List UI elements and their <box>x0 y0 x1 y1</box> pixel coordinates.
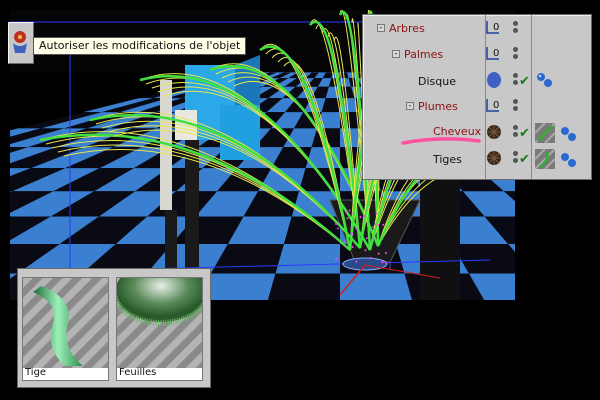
object-modifier-button[interactable] <box>8 22 34 64</box>
hair-root <box>376 213 378 215</box>
hair-root <box>385 252 387 254</box>
object-name-cheveux[interactable]: Cheveux <box>433 125 481 138</box>
object-name-plumes[interactable]: Plumes <box>418 100 458 113</box>
hair-root <box>372 226 374 228</box>
hair-root <box>337 227 339 229</box>
hair-root <box>345 212 347 214</box>
object-name-disque[interactable]: Disque <box>418 75 456 88</box>
highlight-stroke <box>401 137 481 147</box>
material-sphere-tag-icon[interactable] <box>535 71 555 91</box>
tooltip: Autoriser les modifications de l'objet <box>33 37 246 55</box>
hair-root <box>355 261 357 263</box>
enabled-check-icon[interactable]: ✔ <box>519 153 530 166</box>
object-row-palmes[interactable]: - Palmes 0 <box>363 45 591 71</box>
enabled-check-icon[interactable]: ✔ <box>519 127 530 140</box>
hair-root <box>347 217 349 219</box>
disc-object <box>343 258 387 270</box>
layer-number: 0 <box>493 48 499 59</box>
hair-root <box>370 257 372 259</box>
disc-object-icon[interactable] <box>485 71 503 89</box>
hair-root <box>366 237 368 239</box>
object-modifier-icon <box>9 23 33 63</box>
object-row-disque[interactable]: Disque ✔ <box>363 71 591 97</box>
hair-root <box>382 224 384 226</box>
hair-object-icon[interactable] <box>485 123 503 141</box>
layer-axis-icon[interactable]: 0 <box>485 19 503 35</box>
floor-tile <box>267 273 341 300</box>
hair-root <box>345 246 347 248</box>
leaf-spike <box>166 320 167 326</box>
hair-root <box>359 216 361 218</box>
material-name: Feuilles <box>119 367 156 379</box>
material-name: Tige <box>25 367 46 379</box>
stem-material-preview <box>23 278 108 368</box>
floor-tile <box>276 244 340 273</box>
hair-root <box>352 246 354 248</box>
object-name-arbres[interactable]: Arbres <box>389 22 425 35</box>
layer-number: 0 <box>493 22 499 33</box>
layer-number: 0 <box>493 100 499 111</box>
hair-root <box>352 212 354 214</box>
enabled-check-icon[interactable]: ✔ <box>519 75 530 88</box>
hair-root <box>363 215 365 217</box>
hair-root <box>349 210 351 212</box>
object-row-tiges[interactable]: Tiges ✔ <box>363 149 591 175</box>
hair-root <box>355 228 357 230</box>
hair-root <box>335 258 337 260</box>
hair-root <box>372 237 374 239</box>
material-sphere-tag-icon[interactable] <box>559 151 579 171</box>
dark-pillar <box>185 120 199 270</box>
hair-root <box>381 261 383 263</box>
material-manager-panel: Tige Feuilles <box>17 268 211 388</box>
visibility-dots[interactable] <box>513 21 519 35</box>
hair-root <box>375 223 377 225</box>
object-row-arbres[interactable]: - Arbres 0 <box>363 19 591 45</box>
hair-material-tag-icon[interactable] <box>535 123 555 143</box>
leaf-spike <box>156 320 157 326</box>
material-tige[interactable]: Tige <box>22 277 109 381</box>
hair-root <box>377 224 379 226</box>
collapse-toggle[interactable]: - <box>377 24 385 32</box>
hair-root <box>378 253 380 255</box>
object-row-plumes[interactable]: - Plumes 0 <box>363 97 591 123</box>
collapse-toggle[interactable]: - <box>392 50 400 58</box>
hair-object-icon[interactable] <box>485 149 503 167</box>
visibility-dots[interactable] <box>513 47 519 61</box>
leaves-material-preview <box>117 278 202 368</box>
material-sphere-tag-icon[interactable] <box>559 125 579 145</box>
hair-material-tag-icon[interactable] <box>535 149 555 169</box>
hair-root <box>386 262 388 264</box>
object-manager-panel: - Arbres 0 - Palmes 0 Disque ✔ - Plumes … <box>362 14 592 180</box>
layer-axis-icon[interactable]: 0 <box>485 97 503 113</box>
floor-tile <box>340 273 414 300</box>
hair-root <box>334 237 336 239</box>
hair-root <box>365 249 367 251</box>
material-feuilles[interactable]: Feuilles <box>116 277 203 381</box>
hair-root <box>335 223 337 225</box>
collapse-toggle[interactable]: - <box>406 102 414 110</box>
object-row-cheveux[interactable]: Cheveux ✔ <box>363 123 591 149</box>
hair-root <box>344 241 346 243</box>
visibility-dots[interactable] <box>513 99 519 113</box>
object-name-tiges[interactable]: Tiges <box>433 153 462 166</box>
hair-root <box>350 232 352 234</box>
object-name-palmes[interactable]: Palmes <box>404 48 443 61</box>
layer-axis-icon[interactable]: 0 <box>485 45 503 61</box>
